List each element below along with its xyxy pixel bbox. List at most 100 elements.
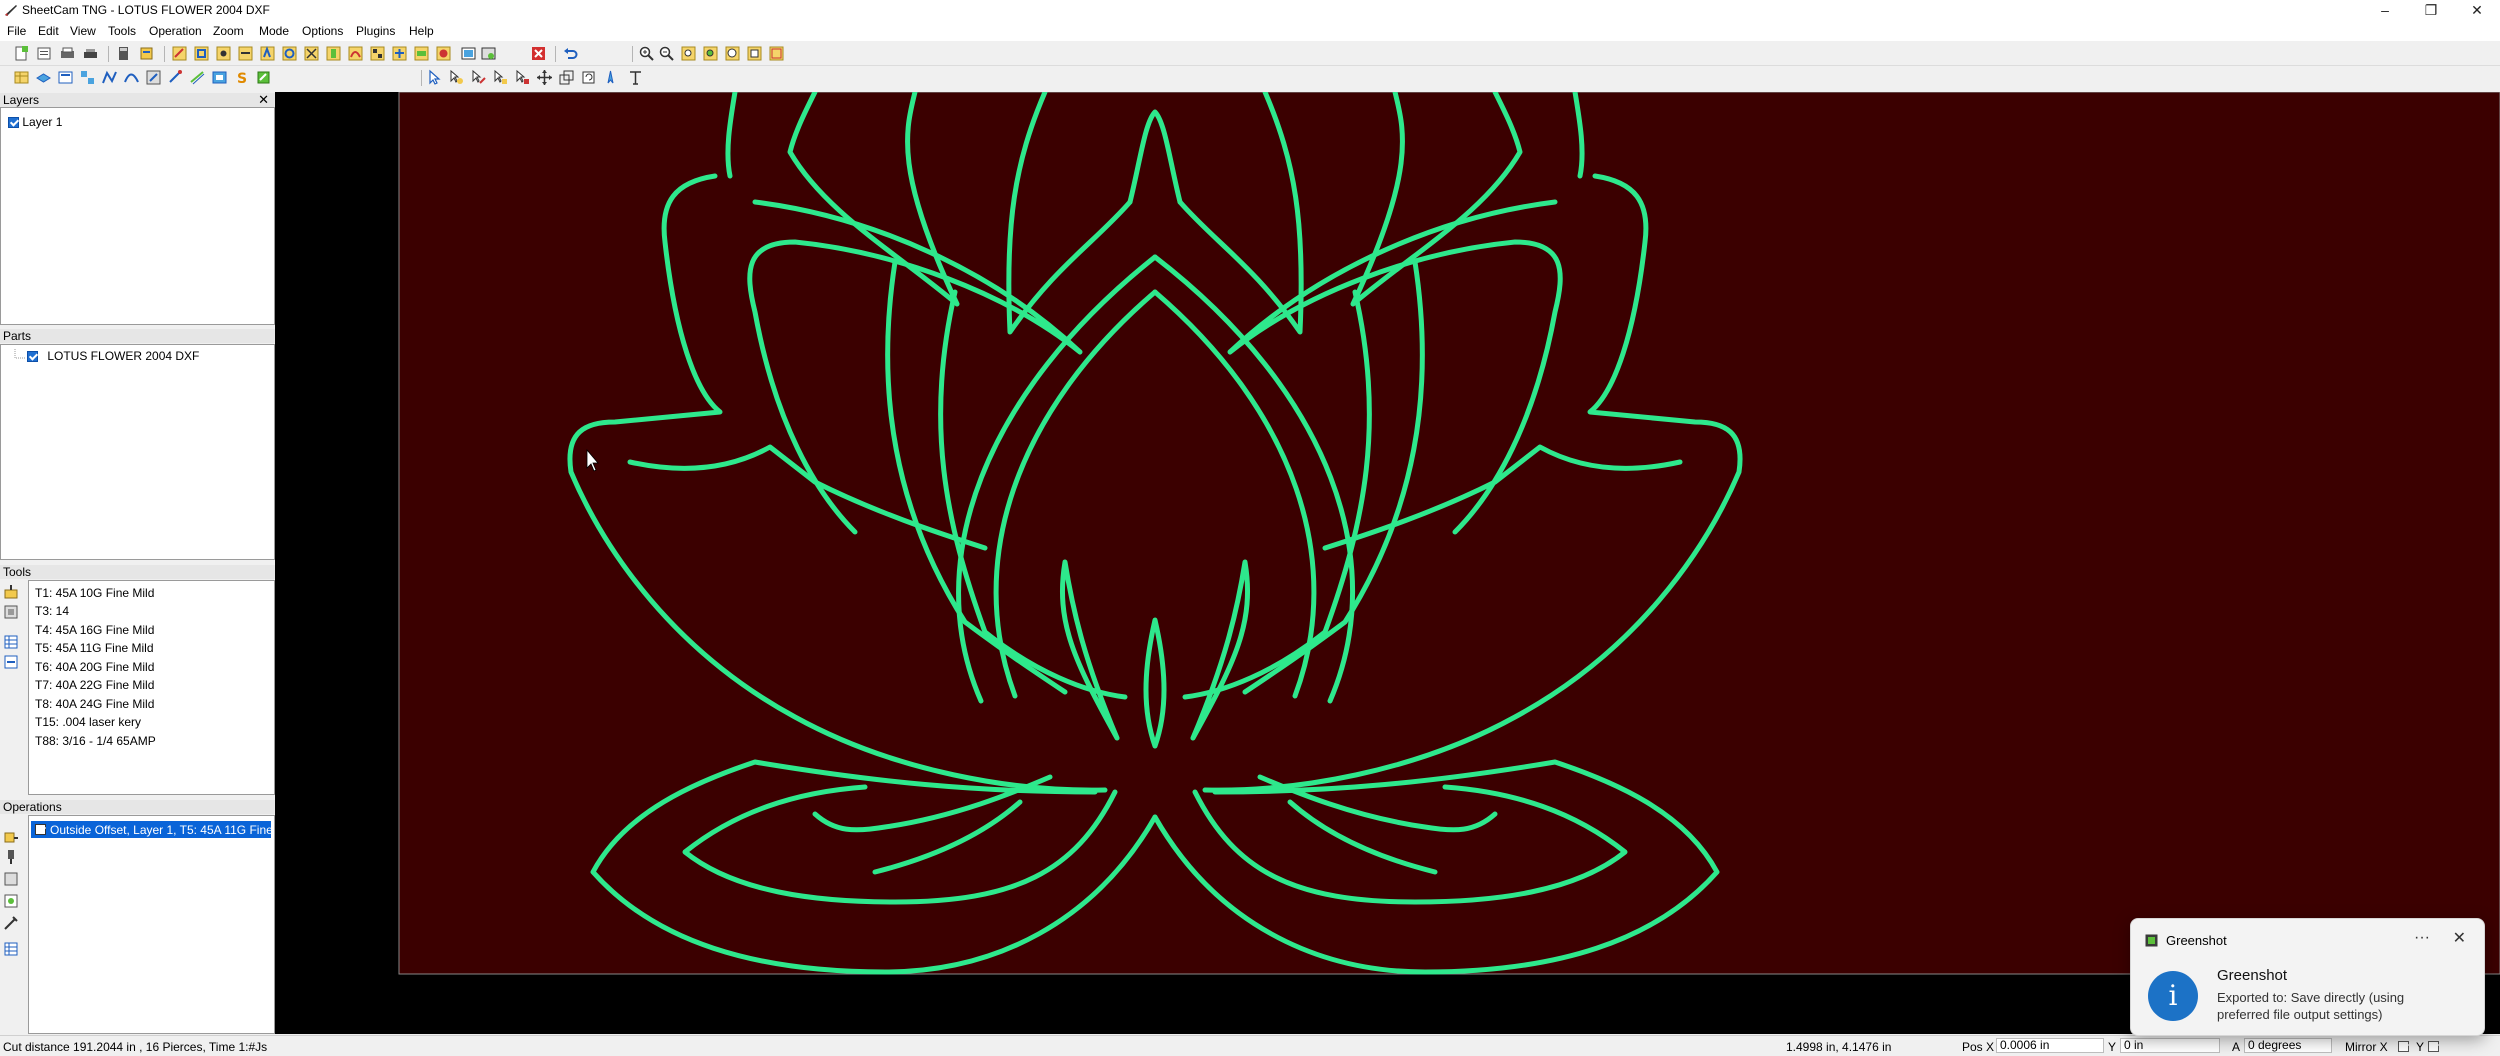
import-tool-icon[interactable] — [3, 654, 19, 670]
calculator-icon[interactable] — [115, 45, 132, 62]
tool-row[interactable]: T88: 3/16 - 1/4 65AMP — [35, 734, 156, 748]
tool-row[interactable]: T5: 45A 11G Fine Mild — [35, 641, 154, 655]
printer-setup-icon[interactable] — [82, 45, 99, 62]
select-pointer-icon[interactable] — [426, 69, 443, 86]
tool-row[interactable]: T3: 14 — [35, 604, 69, 618]
close-notification-icon[interactable]: ✕ — [2453, 928, 2466, 948]
operation-5-icon[interactable] — [259, 45, 276, 62]
sheet-operation-icon[interactable] — [3, 871, 19, 887]
part-checkbox[interactable] — [27, 351, 38, 363]
nest-icon[interactable] — [79, 69, 96, 86]
operation-12-icon[interactable] — [413, 45, 430, 62]
menu-tools[interactable]: Tools — [108, 24, 136, 38]
operation-1-icon[interactable] — [171, 45, 188, 62]
pos-x-field[interactable]: 0.0006 in — [1996, 1038, 2104, 1053]
menu-options[interactable]: Options — [302, 24, 343, 38]
operation-4-icon[interactable] — [237, 45, 254, 62]
process-operation-icon[interactable] — [3, 893, 19, 909]
layers-icon[interactable] — [35, 69, 52, 86]
more-options-icon[interactable]: ··· — [2414, 929, 2430, 947]
zoom-all-icon[interactable] — [724, 45, 741, 62]
part-row[interactable]: LOTUS FLOWER 2004 DXF — [27, 349, 199, 363]
screen-grid-icon[interactable] — [460, 45, 477, 62]
edit-tool-icon[interactable] — [3, 604, 19, 620]
stop-icon[interactable] — [530, 45, 547, 62]
pos-y-field[interactable]: 0 in — [2120, 1038, 2220, 1053]
layer-checkbox[interactable] — [8, 117, 19, 129]
tab-icon[interactable] — [189, 69, 206, 86]
close-window-button[interactable]: ✕ — [2454, 0, 2500, 20]
operation-8-icon[interactable] — [325, 45, 342, 62]
operation-row-selected[interactable]: Outside Offset, Layer 1, T5: 45A 11G Fin… — [31, 821, 286, 838]
tool-table-icon[interactable] — [13, 69, 30, 86]
tool-change-icon[interactable] — [3, 915, 19, 931]
script-icon[interactable]: S — [233, 69, 250, 86]
zoom-in-icon[interactable] — [638, 45, 655, 62]
print-icon[interactable] — [59, 45, 76, 62]
menu-zoom[interactable]: Zoom — [213, 24, 244, 38]
select-sheet-icon[interactable] — [480, 45, 497, 62]
operation-13-icon[interactable] — [435, 45, 452, 62]
new-file-icon[interactable] — [13, 45, 30, 62]
post-process-icon[interactable] — [138, 45, 155, 62]
menu-help[interactable]: Help — [409, 24, 434, 38]
menu-plugins[interactable]: Plugins — [356, 24, 395, 38]
draw-icon[interactable] — [602, 69, 619, 86]
tool-table-icon[interactable] — [3, 634, 19, 650]
lotus-drawing[interactable] — [275, 89, 2500, 1034]
zoom-part-icon[interactable] — [702, 45, 719, 62]
tool-row[interactable]: T4: 45A 16G Fine Mild — [35, 623, 154, 637]
part-icon[interactable] — [211, 69, 228, 86]
layer-row[interactable]: Layer 1 — [8, 115, 62, 129]
operation-table-icon[interactable] — [3, 941, 19, 957]
text-icon[interactable] — [627, 69, 644, 86]
menu-mode[interactable]: Mode — [259, 24, 289, 38]
menu-operation[interactable]: Operation — [149, 24, 202, 38]
minimize-button[interactable]: – — [2362, 0, 2408, 20]
add-operation-icon[interactable] — [3, 829, 19, 845]
operation-11-icon[interactable] — [391, 45, 408, 62]
select-start-icon[interactable] — [448, 69, 465, 86]
zoom-out-icon[interactable] — [658, 45, 675, 62]
greenshot-notification[interactable]: Greenshot ··· ✕ i Greenshot Exported to:… — [2130, 918, 2485, 1036]
path-icon[interactable] — [101, 69, 118, 86]
move-icon[interactable] — [536, 69, 553, 86]
tool-row[interactable]: T15: .004 laser kery — [35, 715, 141, 729]
sheet-icon[interactable] — [57, 69, 74, 86]
mirror-y-checkbox[interactable] — [2428, 1041, 2439, 1052]
tool-row[interactable]: T1: 45A 10G Fine Mild — [35, 586, 154, 600]
add-tool-icon[interactable] — [3, 584, 19, 600]
tool-row[interactable]: T7: 40A 22G Fine Mild — [35, 678, 154, 692]
operation-2-icon[interactable] — [193, 45, 210, 62]
edit-icon[interactable] — [255, 69, 272, 86]
operation-7-icon[interactable] — [303, 45, 320, 62]
drawing-canvas[interactable] — [275, 89, 2500, 1034]
operation-checkbox[interactable] — [35, 824, 46, 835]
menu-view[interactable]: View — [70, 24, 96, 38]
rotate-icon[interactable] — [580, 69, 597, 86]
select-tab-icon[interactable] — [492, 69, 509, 86]
menu-edit[interactable]: Edit — [38, 24, 59, 38]
zoom-window-icon[interactable] — [680, 45, 697, 62]
scale-icon[interactable] — [558, 69, 575, 86]
menu-file[interactable]: File — [7, 24, 26, 38]
zoom-sheet-icon[interactable] — [746, 45, 763, 62]
operation-3-icon[interactable] — [215, 45, 232, 62]
restore-button[interactable]: ❐ — [2408, 0, 2454, 20]
select-part-icon[interactable] — [514, 69, 531, 86]
zoom-extents-icon[interactable] — [768, 45, 785, 62]
open-file-icon[interactable] — [36, 45, 53, 62]
mirror-x-checkbox[interactable] — [2398, 1041, 2409, 1052]
close-panel-icon[interactable]: ✕ — [258, 93, 269, 107]
operation-10-icon[interactable] — [369, 45, 386, 62]
angle-field[interactable]: 0 degrees — [2244, 1038, 2332, 1053]
operation-9-icon[interactable] — [347, 45, 364, 62]
tool-row[interactable]: T8: 40A 24G Fine Mild — [35, 697, 154, 711]
select-lead-icon[interactable] — [470, 69, 487, 86]
undo-icon[interactable] — [562, 45, 579, 62]
lead-in-icon[interactable] — [167, 69, 184, 86]
curve-icon[interactable] — [123, 69, 140, 86]
tool-row[interactable]: T6: 40A 20G Fine Mild — [35, 660, 154, 674]
operation-6-icon[interactable] — [281, 45, 298, 62]
drill-operation-icon[interactable] — [3, 849, 19, 865]
